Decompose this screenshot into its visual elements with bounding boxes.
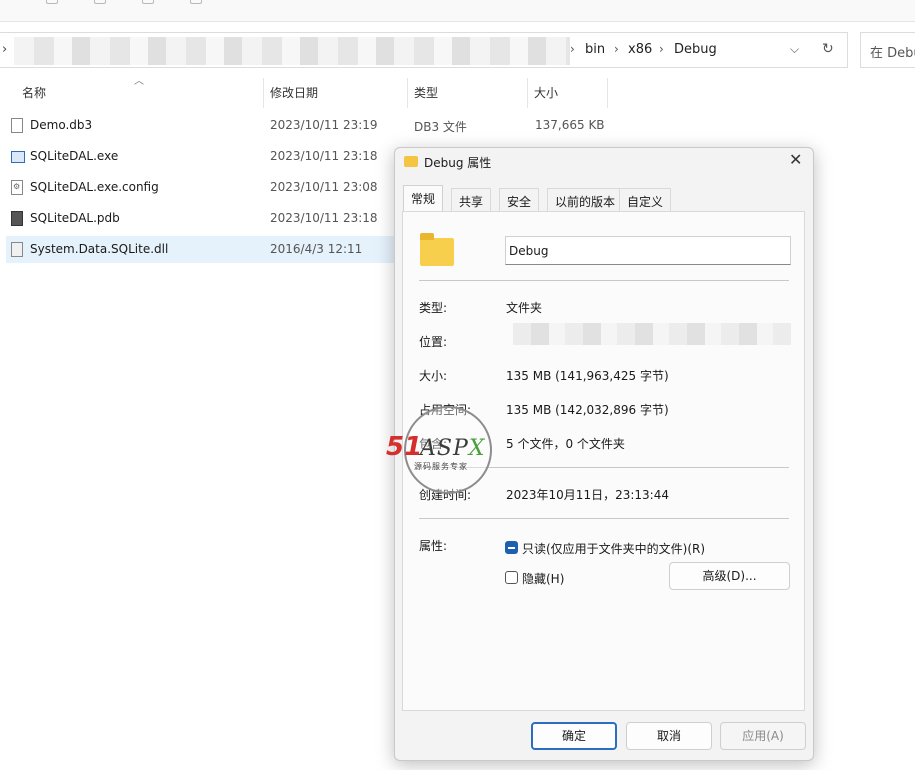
list-item[interactable]: SQLiteDAL.exe 2023/10/11 23:18: [6, 143, 396, 170]
file-date: 2016/4/3 12:11: [270, 242, 363, 256]
readonly-label[interactable]: 只读(仅应用于文件夹中的文件)(R): [522, 540, 705, 557]
size-label: 大小:: [419, 369, 448, 383]
list-item[interactable]: SQLiteDAL.pdb 2023/10/11 23:18: [6, 205, 396, 232]
list-item[interactable]: System.Data.SQLite.dll 2016/4/3 12:11: [6, 236, 396, 263]
hidden-checkbox[interactable]: [505, 571, 518, 584]
location-label: 位置:: [419, 335, 448, 349]
address-row: › › bin › x86 › Debug ⌵ ↻ 在 Debug: [0, 32, 915, 68]
file-date: 2023/10/11 23:18: [270, 211, 378, 225]
dialog-title: Debug 属性: [424, 156, 492, 170]
readonly-checkbox[interactable]: [505, 541, 518, 554]
list-item[interactable]: Demo.db3 2023/10/11 23:19 DB3 文件 137,665…: [6, 112, 605, 139]
tab-sharing[interactable]: 共享: [451, 188, 492, 212]
column-divider[interactable]: [407, 78, 408, 108]
new-icon[interactable]: [46, 0, 58, 4]
contains-value: 5 个文件，0 个文件夹: [506, 437, 625, 451]
file-name: Demo.db3: [30, 118, 93, 132]
blurred-location: [513, 323, 791, 345]
advanced-button[interactable]: 高级(D)...: [669, 562, 790, 590]
created-value: 2023年10月11日，23:13:44: [506, 488, 669, 502]
chevron-down-icon[interactable]: ⌵: [790, 42, 799, 57]
column-header-type[interactable]: 类型: [414, 84, 438, 104]
close-icon[interactable]: ✕: [789, 150, 802, 169]
type-label: 类型:: [419, 301, 448, 315]
pdb-icon: [11, 211, 23, 226]
watermark-subtitle: 源码服务专家: [414, 462, 468, 471]
breadcrumb-x86[interactable]: x86: [628, 42, 652, 57]
dll-icon: [11, 242, 23, 257]
column-header-date[interactable]: 修改日期: [270, 84, 318, 104]
size-value: 135 MB (141,963,425 字节): [506, 369, 669, 383]
type-value: 文件夹: [506, 301, 543, 315]
cut-icon[interactable]: [94, 0, 106, 4]
breadcrumb-debug[interactable]: Debug: [674, 42, 717, 57]
file-icon: [11, 118, 23, 133]
list-item[interactable]: SQLiteDAL.exe.config 2023/10/11 23:08: [6, 174, 396, 201]
chevron-right-icon[interactable]: ›: [570, 42, 575, 56]
tab-general[interactable]: 常规: [403, 185, 444, 212]
column-header-size[interactable]: 大小: [534, 84, 558, 104]
ok-button[interactable]: 确定: [531, 722, 617, 750]
tab-previous-versions[interactable]: 以前的版本: [547, 188, 624, 212]
config-icon: [11, 180, 23, 195]
file-size: 137,665 KB: [535, 118, 605, 132]
file-name: SQLiteDAL.exe.config: [30, 180, 159, 194]
exe-icon: [11, 151, 25, 163]
divider: [419, 518, 789, 519]
copy-icon[interactable]: [142, 0, 154, 4]
sort-up-icon: ︿: [134, 76, 144, 87]
apply-button[interactable]: 应用(A): [720, 722, 806, 750]
folder-name-input[interactable]: [505, 236, 791, 265]
command-bar: [0, 0, 915, 22]
watermark-number: 51: [386, 432, 423, 462]
breadcrumb-bin[interactable]: bin: [585, 42, 605, 57]
column-divider[interactable]: [527, 78, 528, 108]
chevron-right-icon[interactable]: ›: [614, 42, 619, 56]
folder-icon: [404, 156, 418, 167]
folder-icon: [420, 233, 454, 266]
disk-size-value: 135 MB (142,032,896 字节): [506, 403, 669, 417]
hidden-label[interactable]: 隐藏(H): [522, 570, 564, 587]
file-date: 2023/10/11 23:08: [270, 180, 378, 194]
column-divider[interactable]: [607, 78, 608, 108]
paste-icon[interactable]: [190, 0, 202, 4]
refresh-icon[interactable]: ↻: [822, 41, 834, 57]
search-placeholder: 在 Debug: [870, 46, 915, 61]
search-box[interactable]: 在 Debug: [860, 32, 915, 68]
column-header-name[interactable]: 名称: [22, 84, 46, 104]
tab-customize[interactable]: 自定义: [619, 188, 672, 212]
blurred-path: [14, 37, 570, 65]
address-bar[interactable]: › › bin › x86 › Debug ⌵ ↻: [0, 32, 848, 68]
tab-security[interactable]: 安全: [499, 188, 540, 212]
watermark-brand: ASPX: [420, 436, 485, 461]
file-name: System.Data.SQLite.dll: [30, 242, 169, 256]
watermark-brand-text: ASP: [420, 436, 469, 461]
column-divider[interactable]: [263, 78, 264, 108]
file-date: 2023/10/11 23:19: [270, 118, 378, 132]
cancel-button[interactable]: 取消: [626, 722, 712, 750]
chevron-right-icon[interactable]: ›: [2, 42, 7, 57]
file-date: 2023/10/11 23:18: [270, 149, 378, 163]
chevron-right-icon[interactable]: ›: [659, 42, 664, 56]
file-type: DB3 文件: [414, 120, 467, 134]
attributes-label: 属性:: [419, 539, 448, 553]
watermark-brand-x: X: [468, 436, 486, 461]
divider: [419, 280, 789, 281]
file-name: SQLiteDAL.exe: [30, 149, 119, 163]
file-name: SQLiteDAL.pdb: [30, 211, 120, 225]
